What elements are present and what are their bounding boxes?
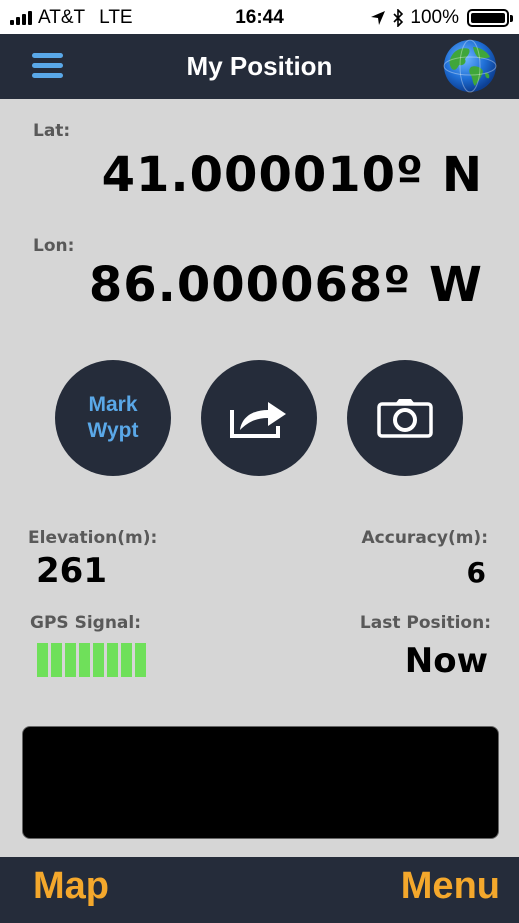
- camera-button[interactable]: [347, 360, 463, 476]
- lon-value: 86.000068º W: [88, 257, 483, 313]
- gps-signal-bar: [65, 643, 76, 677]
- bottom-toolbar: Map Menu: [0, 857, 519, 923]
- globe-icon[interactable]: [443, 39, 497, 93]
- page-title: My Position: [186, 51, 333, 81]
- status-right: 100%: [370, 7, 513, 29]
- status-bar: AT&T LTE 16:44 100%: [0, 0, 519, 34]
- lat-label: Lat:: [33, 121, 71, 141]
- mark-label-line1: Mark: [88, 393, 138, 416]
- battery-icon: [467, 9, 513, 27]
- share-button[interactable]: [201, 360, 317, 476]
- accuracy-label: Accuracy(m):: [361, 528, 488, 548]
- location-arrow-icon: [371, 11, 386, 25]
- gps-signal-bar: [79, 643, 90, 677]
- last-position-label: Last Position:: [359, 613, 491, 633]
- elevation-label: Elevation(m):: [28, 528, 158, 548]
- menu-button[interactable]: Menu: [401, 865, 500, 908]
- nav-bar: My Position: [0, 34, 519, 99]
- ad-panel: [22, 726, 499, 839]
- map-button[interactable]: Map: [33, 865, 109, 908]
- gps-signal-bar: [51, 643, 62, 677]
- gps-signal-bar: [121, 643, 132, 677]
- share-arrow-icon: [230, 402, 286, 438]
- last-position-value: Now: [404, 641, 488, 681]
- accuracy-value: 6: [466, 556, 486, 589]
- app-screen: AT&T LTE 16:44 100% My Position Lat: 41.…: [0, 0, 519, 923]
- gps-signal-label: GPS Signal:: [30, 613, 142, 633]
- bluetooth-icon: [393, 9, 404, 27]
- gps-signal-bar: [135, 643, 146, 677]
- elevation-value: 261: [36, 551, 107, 591]
- mark-label-line2: Wypt: [87, 419, 139, 442]
- lat-value: 41.000010º N: [101, 147, 483, 203]
- gps-signal-meter: [37, 643, 146, 677]
- battery-percent: 100%: [410, 7, 459, 28]
- gps-signal-bar: [107, 643, 118, 677]
- mark-waypoint-button[interactable]: Mark Wypt: [55, 360, 171, 476]
- camera-icon: [377, 399, 433, 438]
- lon-label: Lon:: [33, 236, 75, 256]
- gps-signal-bar: [37, 643, 48, 677]
- gps-signal-bar: [93, 643, 104, 677]
